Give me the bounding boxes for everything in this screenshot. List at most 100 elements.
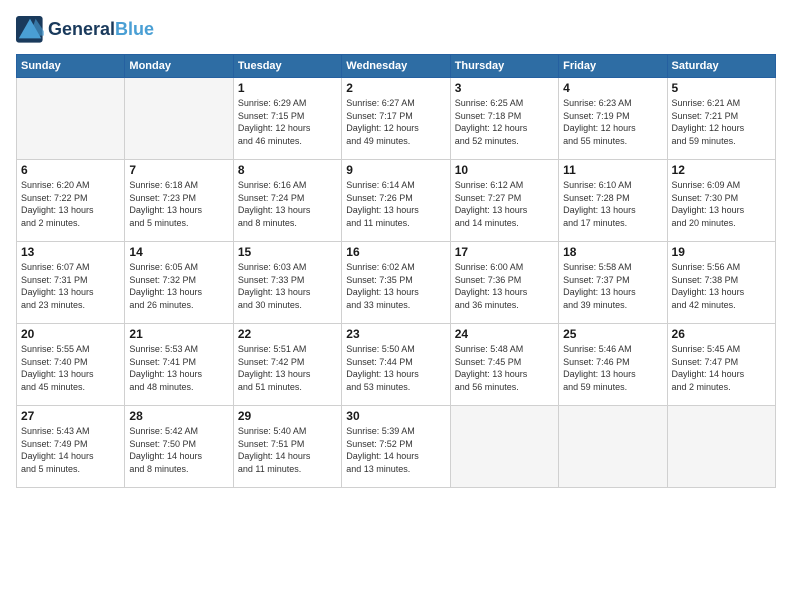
day-number: 2 bbox=[346, 81, 445, 95]
weekday-header: Saturday bbox=[667, 55, 775, 78]
calendar-cell: 11 Sunrise: 6:10 AM Sunset: 7:28 PM Dayli… bbox=[559, 160, 667, 242]
day-number: 24 bbox=[455, 327, 554, 341]
day-content: Sunrise: 6:03 AM Sunset: 7:33 PM Dayligh… bbox=[238, 261, 337, 311]
calendar-cell: 24 Sunrise: 5:48 AM Sunset: 7:45 PM Dayli… bbox=[450, 324, 558, 406]
day-number: 30 bbox=[346, 409, 445, 423]
calendar-cell: 10 Sunrise: 6:12 AM Sunset: 7:27 PM Dayli… bbox=[450, 160, 558, 242]
day-number: 16 bbox=[346, 245, 445, 259]
day-content: Sunrise: 6:05 AM Sunset: 7:32 PM Dayligh… bbox=[129, 261, 228, 311]
page: GeneralBlue SundayMondayTuesdayWednesday… bbox=[0, 0, 792, 612]
day-content: Sunrise: 6:09 AM Sunset: 7:30 PM Dayligh… bbox=[672, 179, 771, 229]
day-number: 23 bbox=[346, 327, 445, 341]
day-content: Sunrise: 6:14 AM Sunset: 7:26 PM Dayligh… bbox=[346, 179, 445, 229]
calendar-cell bbox=[559, 406, 667, 488]
calendar-cell bbox=[17, 78, 125, 160]
day-number: 29 bbox=[238, 409, 337, 423]
day-content: Sunrise: 5:55 AM Sunset: 7:40 PM Dayligh… bbox=[21, 343, 120, 393]
day-content: Sunrise: 6:12 AM Sunset: 7:27 PM Dayligh… bbox=[455, 179, 554, 229]
day-content: Sunrise: 5:43 AM Sunset: 7:49 PM Dayligh… bbox=[21, 425, 120, 475]
logo-icon bbox=[16, 16, 44, 44]
day-number: 22 bbox=[238, 327, 337, 341]
day-number: 3 bbox=[455, 81, 554, 95]
day-content: Sunrise: 5:46 AM Sunset: 7:46 PM Dayligh… bbox=[563, 343, 662, 393]
calendar-cell: 21 Sunrise: 5:53 AM Sunset: 7:41 PM Dayli… bbox=[125, 324, 233, 406]
calendar-cell: 30 Sunrise: 5:39 AM Sunset: 7:52 PM Dayli… bbox=[342, 406, 450, 488]
calendar-cell: 17 Sunrise: 6:00 AM Sunset: 7:36 PM Dayli… bbox=[450, 242, 558, 324]
day-content: Sunrise: 5:40 AM Sunset: 7:51 PM Dayligh… bbox=[238, 425, 337, 475]
day-number: 12 bbox=[672, 163, 771, 177]
day-number: 25 bbox=[563, 327, 662, 341]
day-number: 26 bbox=[672, 327, 771, 341]
day-number: 15 bbox=[238, 245, 337, 259]
day-content: Sunrise: 5:45 AM Sunset: 7:47 PM Dayligh… bbox=[672, 343, 771, 393]
day-number: 4 bbox=[563, 81, 662, 95]
day-number: 21 bbox=[129, 327, 228, 341]
weekday-header: Friday bbox=[559, 55, 667, 78]
day-content: Sunrise: 5:53 AM Sunset: 7:41 PM Dayligh… bbox=[129, 343, 228, 393]
day-content: Sunrise: 6:10 AM Sunset: 7:28 PM Dayligh… bbox=[563, 179, 662, 229]
day-content: Sunrise: 5:42 AM Sunset: 7:50 PM Dayligh… bbox=[129, 425, 228, 475]
calendar-cell: 14 Sunrise: 6:05 AM Sunset: 7:32 PM Dayli… bbox=[125, 242, 233, 324]
weekday-header: Tuesday bbox=[233, 55, 341, 78]
day-content: Sunrise: 6:25 AM Sunset: 7:18 PM Dayligh… bbox=[455, 97, 554, 147]
calendar-cell: 12 Sunrise: 6:09 AM Sunset: 7:30 PM Dayli… bbox=[667, 160, 775, 242]
day-number: 5 bbox=[672, 81, 771, 95]
day-number: 13 bbox=[21, 245, 120, 259]
calendar-cell: 25 Sunrise: 5:46 AM Sunset: 7:46 PM Dayli… bbox=[559, 324, 667, 406]
day-number: 9 bbox=[346, 163, 445, 177]
calendar-cell: 29 Sunrise: 5:40 AM Sunset: 7:51 PM Dayli… bbox=[233, 406, 341, 488]
day-number: 10 bbox=[455, 163, 554, 177]
day-number: 14 bbox=[129, 245, 228, 259]
day-content: Sunrise: 5:50 AM Sunset: 7:44 PM Dayligh… bbox=[346, 343, 445, 393]
calendar-cell: 22 Sunrise: 5:51 AM Sunset: 7:42 PM Dayli… bbox=[233, 324, 341, 406]
calendar-cell: 7Sunrise: 6:18 AM Sunset: 7:23 PM Daylig… bbox=[125, 160, 233, 242]
day-content: Sunrise: 5:56 AM Sunset: 7:38 PM Dayligh… bbox=[672, 261, 771, 311]
day-number: 19 bbox=[672, 245, 771, 259]
day-number: 27 bbox=[21, 409, 120, 423]
day-number: 8 bbox=[238, 163, 337, 177]
weekday-header: Thursday bbox=[450, 55, 558, 78]
calendar-cell: 9 Sunrise: 6:14 AM Sunset: 7:26 PM Daylig… bbox=[342, 160, 450, 242]
day-content: Sunrise: 5:51 AM Sunset: 7:42 PM Dayligh… bbox=[238, 343, 337, 393]
day-number: 18 bbox=[563, 245, 662, 259]
calendar-cell: 1Sunrise: 6:29 AM Sunset: 7:15 PM Daylig… bbox=[233, 78, 341, 160]
day-number: 20 bbox=[21, 327, 120, 341]
day-content: Sunrise: 5:48 AM Sunset: 7:45 PM Dayligh… bbox=[455, 343, 554, 393]
header: GeneralBlue bbox=[16, 16, 776, 44]
calendar-week-row: 20 Sunrise: 5:55 AM Sunset: 7:40 PM Dayli… bbox=[17, 324, 776, 406]
calendar-cell: 2 Sunrise: 6:27 AM Sunset: 7:17 PM Daylig… bbox=[342, 78, 450, 160]
calendar: SundayMondayTuesdayWednesdayThursdayFrid… bbox=[16, 54, 776, 488]
day-number: 7 bbox=[129, 163, 228, 177]
day-number: 11 bbox=[563, 163, 662, 177]
calendar-week-row: 27 Sunrise: 5:43 AM Sunset: 7:49 PM Dayli… bbox=[17, 406, 776, 488]
logo: GeneralBlue bbox=[16, 16, 154, 44]
day-content: Sunrise: 6:02 AM Sunset: 7:35 PM Dayligh… bbox=[346, 261, 445, 311]
calendar-cell: 8Sunrise: 6:16 AM Sunset: 7:24 PM Daylig… bbox=[233, 160, 341, 242]
logo-text: GeneralBlue bbox=[48, 20, 154, 40]
calendar-cell: 18 Sunrise: 5:58 AM Sunset: 7:37 PM Dayli… bbox=[559, 242, 667, 324]
calendar-cell: 6Sunrise: 6:20 AM Sunset: 7:22 PM Daylig… bbox=[17, 160, 125, 242]
calendar-cell: 28 Sunrise: 5:42 AM Sunset: 7:50 PM Dayli… bbox=[125, 406, 233, 488]
calendar-cell bbox=[667, 406, 775, 488]
day-content: Sunrise: 6:20 AM Sunset: 7:22 PM Dayligh… bbox=[21, 179, 120, 229]
calendar-cell: 15 Sunrise: 6:03 AM Sunset: 7:33 PM Dayli… bbox=[233, 242, 341, 324]
day-content: Sunrise: 6:07 AM Sunset: 7:31 PM Dayligh… bbox=[21, 261, 120, 311]
weekday-header: Wednesday bbox=[342, 55, 450, 78]
calendar-cell bbox=[125, 78, 233, 160]
day-content: Sunrise: 5:39 AM Sunset: 7:52 PM Dayligh… bbox=[346, 425, 445, 475]
calendar-cell: 5Sunrise: 6:21 AM Sunset: 7:21 PM Daylig… bbox=[667, 78, 775, 160]
calendar-week-row: 6Sunrise: 6:20 AM Sunset: 7:22 PM Daylig… bbox=[17, 160, 776, 242]
calendar-cell: 16 Sunrise: 6:02 AM Sunset: 7:35 PM Dayli… bbox=[342, 242, 450, 324]
day-content: Sunrise: 6:00 AM Sunset: 7:36 PM Dayligh… bbox=[455, 261, 554, 311]
day-number: 28 bbox=[129, 409, 228, 423]
day-content: Sunrise: 5:58 AM Sunset: 7:37 PM Dayligh… bbox=[563, 261, 662, 311]
calendar-cell: 20 Sunrise: 5:55 AM Sunset: 7:40 PM Dayli… bbox=[17, 324, 125, 406]
calendar-cell: 26 Sunrise: 5:45 AM Sunset: 7:47 PM Dayli… bbox=[667, 324, 775, 406]
calendar-cell: 4Sunrise: 6:23 AM Sunset: 7:19 PM Daylig… bbox=[559, 78, 667, 160]
calendar-cell bbox=[450, 406, 558, 488]
calendar-cell: 27 Sunrise: 5:43 AM Sunset: 7:49 PM Dayli… bbox=[17, 406, 125, 488]
day-number: 17 bbox=[455, 245, 554, 259]
day-content: Sunrise: 6:29 AM Sunset: 7:15 PM Dayligh… bbox=[238, 97, 337, 147]
day-content: Sunrise: 6:27 AM Sunset: 7:17 PM Dayligh… bbox=[346, 97, 445, 147]
calendar-cell: 13 Sunrise: 6:07 AM Sunset: 7:31 PM Dayli… bbox=[17, 242, 125, 324]
